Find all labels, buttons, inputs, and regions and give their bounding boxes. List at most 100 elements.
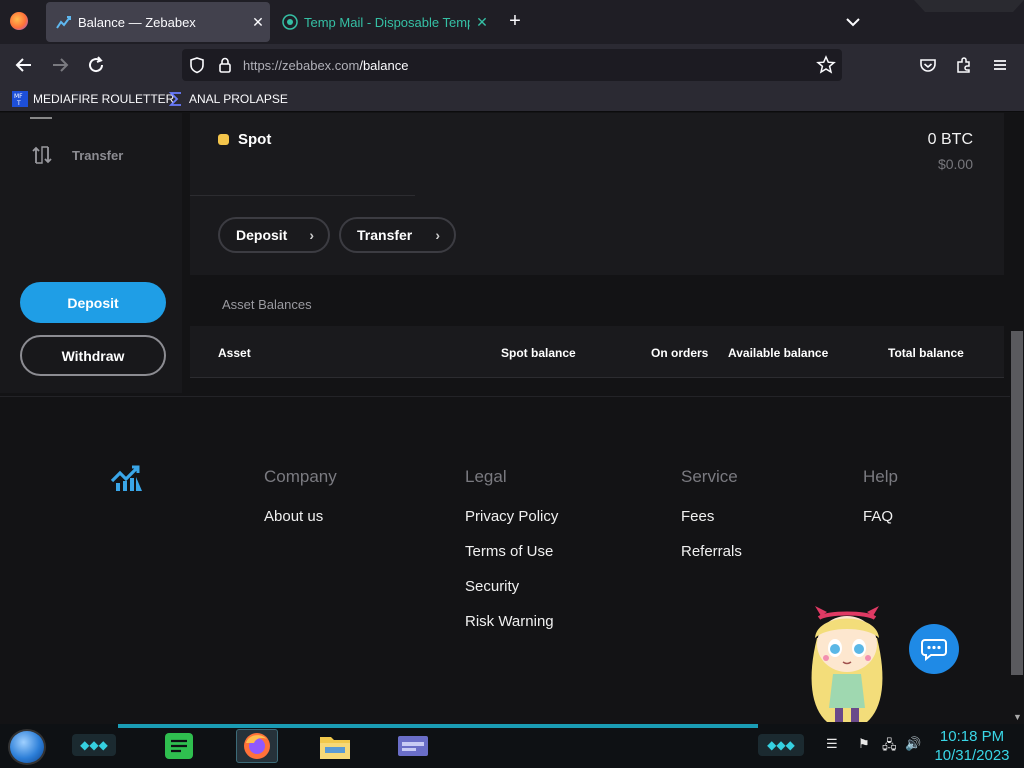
- footer-column-help: Help FAQ: [863, 467, 898, 543]
- footer-link-terms-of-use[interactable]: Terms of Use: [465, 543, 558, 560]
- footer-heading: Help: [863, 467, 898, 486]
- column-header-available-balance[interactable]: Available balance: [728, 346, 828, 360]
- asset-balances-title: Asset Balances: [222, 297, 312, 312]
- bookmark-label: MEDIAFIRE ROULETTER: [33, 92, 175, 106]
- page-content: Transfer Deposit Withdraw Spot 0 BTC $0.…: [0, 113, 1010, 724]
- bookmark-star-icon[interactable]: [816, 55, 836, 75]
- taskbar-app-firefox-icon[interactable]: [236, 729, 278, 763]
- start-orb-icon[interactable]: [8, 729, 46, 765]
- footer-column-company: Company About us: [264, 467, 337, 543]
- button-label: Transfer: [357, 227, 413, 243]
- wallet-balance-btc: 0 BTC: [927, 131, 973, 148]
- os-taskbar: ◆◆◆ ◆◆◆ ☰ ⚑ 🖧 🔊 10:18 PM 10/31/2023: [0, 724, 1024, 768]
- footer-column-service: Service Fees Referrals: [681, 467, 742, 578]
- pocket-icon[interactable]: [916, 53, 940, 77]
- title-decoration: [914, 0, 1024, 12]
- desktop-mascot-character: [797, 598, 897, 724]
- account-sidebar: Transfer Deposit Withdraw: [0, 113, 182, 393]
- tab-close-icon[interactable]: ✕: [246, 14, 270, 31]
- footer-link-privacy-policy[interactable]: Privacy Policy: [465, 508, 558, 525]
- tab-title: Balance — Zebabex: [78, 14, 196, 30]
- column-header-asset[interactable]: Asset: [218, 346, 251, 360]
- footer-heading: Company: [264, 467, 337, 486]
- column-header-total-balance[interactable]: Total balance: [888, 346, 964, 360]
- footer-link-risk-warning[interactable]: Risk Warning: [465, 613, 558, 630]
- tab-bar: Balance — Zebabex ✕ Temp Mail - Disposab…: [0, 0, 1024, 44]
- tab-balance[interactable]: Balance — Zebabex ✕: [46, 2, 270, 42]
- divider: [190, 195, 415, 196]
- taskbar-app-file-explorer-icon[interactable]: [314, 729, 356, 763]
- footer-divider: [0, 396, 1010, 397]
- taskbar-app-window-icon[interactable]: [392, 729, 434, 763]
- system-clock[interactable]: 10:18 PM 10/31/2023: [925, 727, 1019, 765]
- tracking-protection-shield-icon[interactable]: [188, 56, 206, 74]
- temp-mail-favicon-icon: [282, 14, 298, 30]
- column-header-on-orders[interactable]: On orders: [651, 346, 708, 360]
- sidebar-item-transfer[interactable]: Transfer: [30, 143, 123, 167]
- bookmarks-toolbar: MF T MEDIAFIRE ROULETTER ANAL PROLAPSE: [0, 86, 1024, 112]
- zebabex-logo-icon[interactable]: [110, 463, 144, 493]
- footer-link-about-us[interactable]: About us: [264, 508, 337, 525]
- back-arrow-icon[interactable]: [12, 53, 36, 77]
- tab-close-icon[interactable]: ✕: [470, 14, 494, 31]
- url-domain: https://zebabex.com: [243, 58, 360, 73]
- url-path: /balance: [359, 58, 409, 73]
- wallet-deposit-button[interactable]: Deposit ›: [218, 217, 330, 253]
- footer-heading: Service: [681, 467, 738, 486]
- clock-time: 10:18 PM: [939, 728, 1005, 745]
- bookmark-mediafire[interactable]: MF T MEDIAFIRE ROULETTER: [12, 90, 174, 108]
- withdraw-button[interactable]: Withdraw: [20, 335, 166, 376]
- lock-icon[interactable]: [216, 56, 234, 74]
- column-header-spot-balance[interactable]: Spot balance: [501, 346, 576, 360]
- extensions-puzzle-icon[interactable]: [952, 53, 976, 77]
- page-scrollbar[interactable]: ▼: [1010, 113, 1024, 724]
- footer-link-security[interactable]: Security: [465, 578, 558, 595]
- asset-table-header: Asset Spot balance On orders Available b…: [190, 326, 1004, 378]
- sidebar-item-label: Transfer: [72, 147, 124, 163]
- sigma-favicon-icon: [168, 91, 184, 107]
- wallet-transfer-button[interactable]: Transfer ›: [339, 217, 456, 253]
- footer-column-legal: Legal Privacy Policy Terms of Use Securi…: [465, 467, 558, 648]
- wallet-balance-usd: $0.00: [937, 156, 973, 172]
- action-center-flag-icon[interactable]: ⚑: [858, 736, 874, 752]
- spot-wallet-card: Spot 0 BTC $0.00 Deposit › Transfer ›: [190, 113, 1004, 275]
- reload-icon[interactable]: [84, 53, 108, 77]
- navigation-toolbar: https://zebabex.com/balance: [0, 44, 1024, 86]
- taskbar-decoration-left: ◆◆◆: [72, 734, 116, 756]
- footer-link-fees[interactable]: Fees: [681, 508, 742, 525]
- scroll-down-arrow-icon[interactable]: ▼: [1013, 712, 1022, 722]
- sidebar-item-partial[interactable]: [30, 113, 52, 119]
- scrollbar-thumb[interactable]: [1011, 331, 1023, 675]
- tab-title: Temp Mail - Disposable Tempo: [304, 14, 470, 30]
- button-label: Deposit: [236, 227, 288, 243]
- url-text[interactable]: https://zebabex.com/balance: [243, 58, 409, 73]
- wallet-name: Spot: [218, 131, 271, 148]
- wallet-name-label: Spot: [238, 131, 272, 148]
- clock-date: 10/31/2023: [934, 747, 1010, 764]
- tab-temp-mail[interactable]: Temp Mail - Disposable Tempo ✕: [272, 2, 494, 42]
- footer-heading: Legal: [465, 467, 507, 486]
- firefox-menu-icon[interactable]: [10, 12, 28, 30]
- new-tab-button[interactable]: +: [504, 10, 526, 32]
- spot-dot-icon: [218, 134, 229, 145]
- mediafire-favicon-icon: MF T: [12, 91, 28, 107]
- footer-link-referrals[interactable]: Referrals: [681, 543, 742, 560]
- footer-link-faq[interactable]: FAQ: [863, 508, 898, 525]
- volume-icon[interactable]: 🔊: [905, 736, 921, 752]
- address-bar[interactable]: https://zebabex.com/balance: [182, 49, 842, 81]
- taskbar-decoration-right: ◆◆◆: [758, 734, 804, 756]
- zebabex-favicon-icon: [56, 14, 72, 30]
- forward-arrow-icon[interactable]: [48, 53, 72, 77]
- bookmark-second[interactable]: ANAL PROLAPSE: [168, 90, 288, 108]
- hamburger-menu-icon[interactable]: [988, 53, 1012, 77]
- svg-text:T: T: [16, 100, 21, 107]
- taskbar-app-notes-icon[interactable]: [158, 729, 200, 763]
- live-chat-button[interactable]: [909, 624, 959, 674]
- transfer-arrows-icon: [30, 143, 54, 167]
- chevron-right-icon: ›: [309, 227, 314, 243]
- deposit-button[interactable]: Deposit: [20, 282, 166, 323]
- list-all-tabs-chevron-down-icon[interactable]: [843, 12, 863, 32]
- network-icon[interactable]: 🖧: [882, 736, 898, 752]
- tray-overflow-icon[interactable]: ☰: [826, 736, 842, 752]
- bookmark-label: ANAL PROLAPSE: [189, 92, 288, 106]
